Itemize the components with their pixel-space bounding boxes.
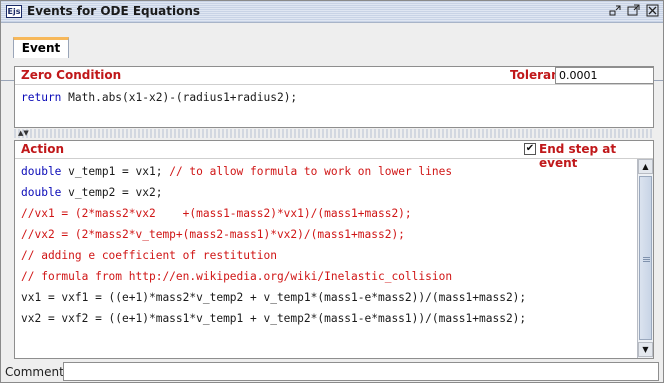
code-text: v_temp2 = vx2; bbox=[61, 186, 163, 199]
tolerance-input[interactable]: 0.0001 bbox=[555, 67, 654, 84]
zero-condition-divider bbox=[15, 84, 653, 85]
tab-strip: Event bbox=[1, 24, 663, 81]
end-step-label[interactable]: End step at event bbox=[539, 142, 653, 170]
code-line-7: vx1 = vxf1 = ((e+1)*mass2*v_temp2 + v_te… bbox=[21, 291, 527, 304]
title-bar[interactable]: Ejs Events for ODE Equations bbox=[1, 1, 663, 23]
scroll-up-icon[interactable]: ▲ bbox=[638, 159, 653, 174]
minimize-icon[interactable] bbox=[607, 4, 623, 19]
splitter-arrows-icon[interactable]: ▲▼ bbox=[18, 129, 29, 138]
zero-condition-header: Zero Condition Tolerance 0.0001 bbox=[15, 67, 654, 84]
zero-condition-panel: Zero Condition Tolerance 0.0001 return M… bbox=[14, 66, 654, 128]
code-line-1: double v_temp1 = vx1; // to allow formul… bbox=[21, 165, 452, 178]
comment-row: Comment bbox=[1, 360, 663, 382]
zero-condition-label: Zero Condition bbox=[21, 68, 122, 82]
tab-event[interactable]: Event bbox=[13, 37, 69, 58]
code-line-8: vx2 = vxf2 = ((e+1)*mass1*v_temp1 + v_te… bbox=[21, 312, 527, 325]
comment-label: Comment bbox=[5, 365, 64, 379]
window-title: Events for ODE Equations bbox=[27, 4, 201, 18]
code-line-5: // adding e coefficient of restitution bbox=[21, 249, 277, 262]
zero-condition-code[interactable]: return Math.abs(x1-x2)-(radius1+radius2)… bbox=[21, 91, 297, 104]
action-label: Action bbox=[21, 142, 65, 156]
close-icon[interactable] bbox=[645, 4, 661, 19]
code-text: Math.abs(x1-x2)-(radius1+radius2); bbox=[61, 91, 298, 104]
vertical-scrollbar[interactable]: ▲ ▼ bbox=[637, 159, 653, 358]
code-text: v_temp1 = vx1; bbox=[61, 165, 170, 178]
code-line-3: //vx1 = (2*mass2*vx2 +(mass1-mass2)*vx1)… bbox=[21, 207, 412, 220]
panel-splitter[interactable]: ▲▼ bbox=[14, 129, 654, 138]
editor-window: Ejs Events for ODE Equations Event Zero … bbox=[0, 0, 664, 383]
end-step-checkbox[interactable]: ✔ bbox=[524, 143, 536, 155]
code-line-6: // formula from http://en.wikipedia.org/… bbox=[21, 270, 453, 283]
maximize-icon[interactable] bbox=[626, 4, 642, 19]
action-panel: Action ✔ End step at event double v_temp… bbox=[14, 140, 654, 359]
code-keyword: double bbox=[21, 186, 62, 199]
code-keyword: return bbox=[21, 91, 62, 104]
action-header: Action ✔ End step at event bbox=[15, 141, 653, 170]
code-line-2: double v_temp2 = vx2; bbox=[21, 186, 162, 199]
action-divider bbox=[15, 158, 653, 159]
scroll-grip-icon bbox=[643, 257, 650, 262]
scroll-down-icon[interactable]: ▼ bbox=[638, 342, 653, 357]
code-line-4: //vx2 = (2*mass2*v_temp+(mass2-mass1)*vx… bbox=[21, 228, 405, 241]
ejs-app-icon: Ejs bbox=[6, 5, 22, 18]
comment-input[interactable] bbox=[63, 362, 659, 381]
scroll-thumb[interactable] bbox=[639, 176, 652, 340]
code-keyword: double bbox=[21, 165, 62, 178]
code-comment: // to allow formula to work on lower lin… bbox=[169, 165, 453, 178]
